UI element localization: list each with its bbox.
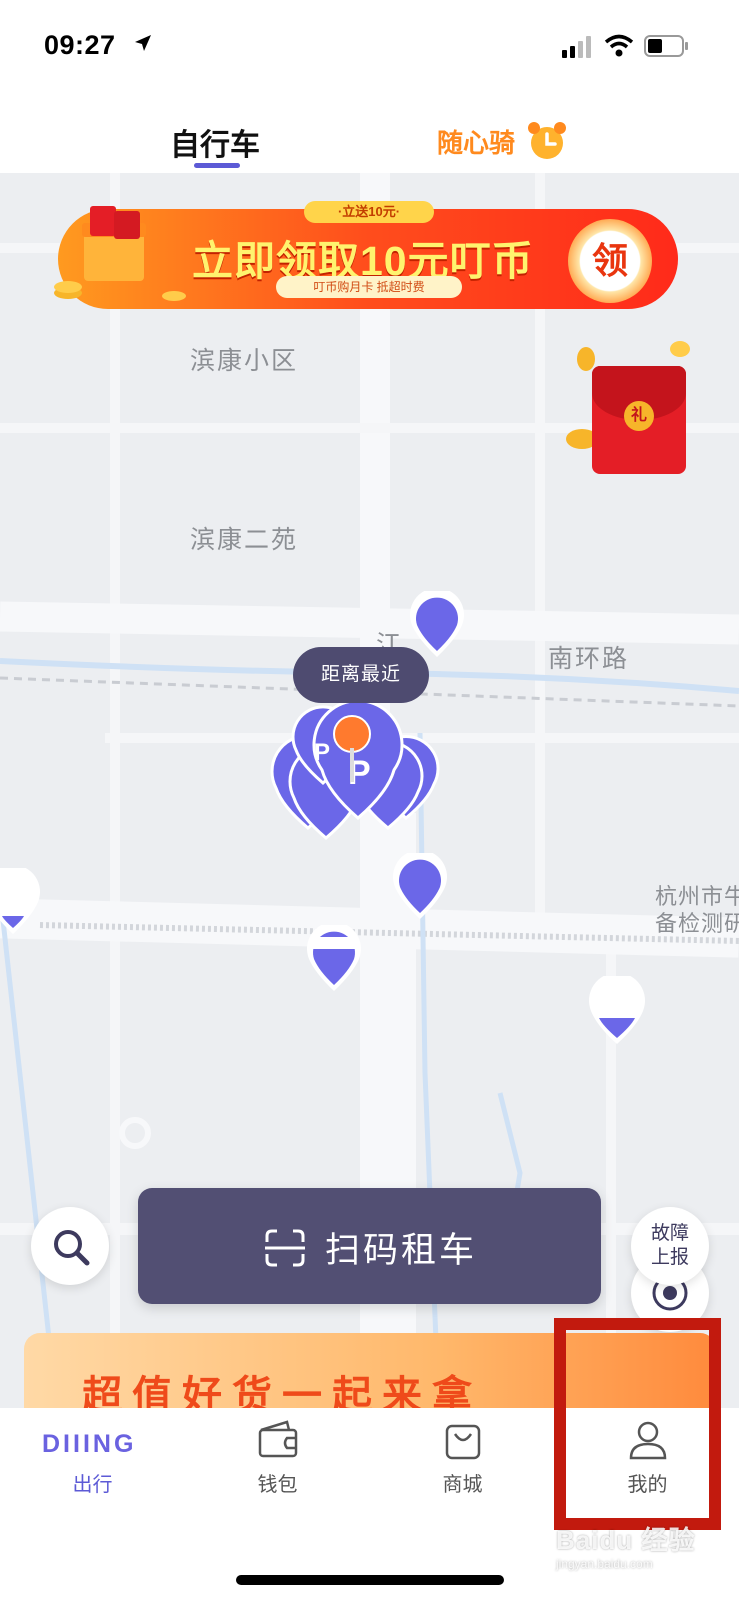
bike-marker-icon[interactable] bbox=[0, 868, 42, 938]
bike-marker-icon[interactable] bbox=[391, 853, 449, 923]
watermark-brand: Baidu 经验 bbox=[556, 1525, 696, 1555]
wallet-icon bbox=[258, 1420, 298, 1458]
tab-mall[interactable]: 商城 bbox=[370, 1408, 555, 1518]
fault-report-label: 故障 上报 bbox=[650, 1223, 689, 1268]
tab-mall-label: 商城 bbox=[442, 1474, 483, 1496]
bike-marker-icon[interactable] bbox=[305, 925, 363, 995]
promo-claim-button[interactable]: 领 bbox=[568, 219, 652, 303]
promo-tag: ·立送10元· bbox=[304, 201, 434, 223]
red-envelope-button[interactable]: 礼 bbox=[562, 331, 692, 481]
tab-active-indicator bbox=[194, 163, 240, 168]
parking-letter-back: P bbox=[314, 739, 330, 766]
map-label-hangzhou-station: 杭州市牛 备检测研 bbox=[655, 884, 739, 936]
cellular-signal-icon bbox=[562, 36, 591, 58]
alarm-clock-icon bbox=[528, 122, 566, 159]
watermark: Baidu 经验 jingyan.baidu.com bbox=[556, 1520, 695, 1571]
scan-to-rent-label: 扫码租车 bbox=[325, 1231, 478, 1270]
status-bar: 09:27 bbox=[0, 0, 739, 95]
tab-travel-label: 出行 bbox=[72, 1474, 113, 1496]
tab-travel[interactable]: DIIING 出行 bbox=[0, 1408, 185, 1518]
tab-wallet-label: 钱包 bbox=[257, 1474, 298, 1496]
search-icon bbox=[54, 1230, 90, 1266]
tab-bicycle[interactable]: 自行车 bbox=[170, 120, 260, 164]
bike-marker-icon[interactable] bbox=[587, 976, 647, 1048]
location-arrow-icon bbox=[135, 35, 151, 51]
top-tabs: 自行车 随心骑 bbox=[0, 95, 739, 173]
map-label-nanhuan-road: 南环路 bbox=[548, 645, 630, 673]
annotation-highlight-box bbox=[554, 1318, 721, 1530]
scan-icon bbox=[265, 1229, 305, 1267]
parking-cluster-icon[interactable]: P P bbox=[268, 688, 458, 848]
bike-marker-icon[interactable] bbox=[408, 591, 466, 661]
diiing-logo: DIIING bbox=[42, 1430, 137, 1458]
promo-banner[interactable]: ·立送10元· 立即领取10元叮币 叮币购月卡 抵超时费 领 bbox=[54, 201, 678, 313]
envelope-seal: 礼 bbox=[624, 401, 654, 431]
home-indicator[interactable] bbox=[236, 1575, 504, 1585]
tab-free-ride[interactable]: 随心骑 bbox=[437, 123, 515, 160]
map-label-binkang-eryuan: 滨康二苑 bbox=[190, 526, 299, 554]
watermark-url: jingyan.baidu.com bbox=[556, 1557, 653, 1571]
map-label-binkang-xiaoqu: 滨康小区 bbox=[190, 347, 299, 375]
gift-box-illustration-icon bbox=[54, 206, 186, 301]
battery-icon bbox=[644, 35, 688, 57]
scan-to-rent-button[interactable]: 扫码租车 bbox=[138, 1188, 601, 1304]
shopping-bag-icon bbox=[445, 1424, 481, 1460]
promo-subtitle: 叮币购月卡 抵超时费 bbox=[276, 276, 462, 298]
status-time: 09:27 bbox=[44, 30, 116, 60]
wifi-icon bbox=[604, 34, 634, 57]
tab-wallet[interactable]: 钱包 bbox=[185, 1408, 370, 1518]
search-button[interactable] bbox=[31, 1207, 109, 1285]
fault-report-button[interactable]: 故障 上报 bbox=[631, 1207, 709, 1285]
nearest-tooltip: 距离最近 bbox=[293, 647, 429, 703]
